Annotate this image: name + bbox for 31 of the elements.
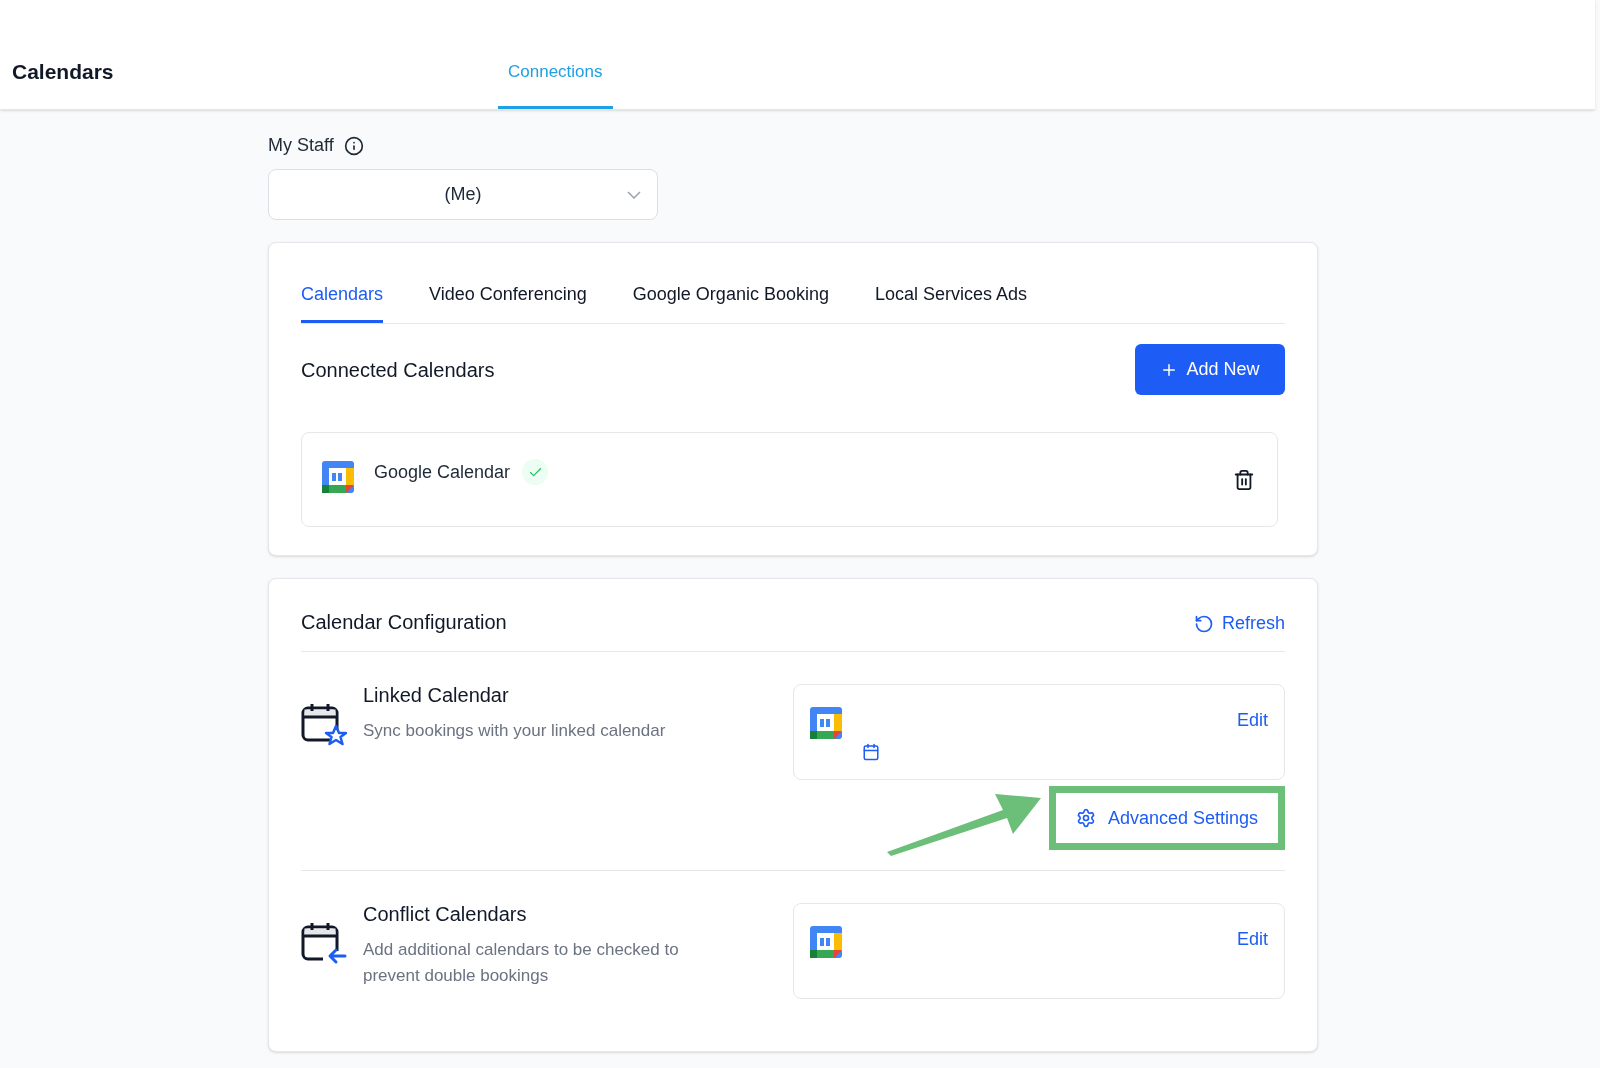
staff-select[interactable]: (Me) [268,169,658,220]
edit-link[interactable]: Edit [1236,926,1268,953]
refresh-icon [1193,613,1214,634]
add-new-button[interactable]: Add New [1135,344,1285,395]
section-tab[interactable]: Calendars [301,281,384,323]
section-description: Add additional calendars to be checked to prevent double bookings [363,939,680,987]
section-title: Linked Calendar [363,683,510,708]
google-calendar-logo-icon [810,707,842,739]
section-heading: Connected Calendars [301,357,495,383]
section-description: Sync bookings with your linked calendar [363,720,667,742]
calendar-name: Google Calendar [374,461,511,484]
refresh-link[interactable]: Refresh [1193,610,1285,637]
advanced-settings-button[interactable]: Advanced Settings [1048,786,1285,850]
staff-label: My Staff [268,134,334,157]
google-calendar-logo-icon [810,926,842,958]
section-tab[interactable]: Google Organic Booking [632,281,829,323]
section-title: Conflict Calendars [363,902,528,927]
page-tab[interactable]: Connections [498,58,613,109]
edit-link[interactable]: Edit [1236,707,1268,734]
section-tab[interactable]: Local Services Ads [874,281,1028,323]
calendar-arrow-icon [301,921,347,965]
settings-icon [1075,808,1096,828]
google-calendar-logo-icon [322,461,354,493]
calendar-icon [862,743,880,761]
page-title: Calendars [11,58,115,85]
calendar-star-icon [301,702,347,746]
trash-icon[interactable] [1233,469,1255,491]
chevron-down-icon [627,190,641,199]
section-heading: Calendar Configuration [301,610,507,635]
info-icon[interactable] [343,135,364,156]
section-tab[interactable]: Video Conferencing [429,281,587,323]
